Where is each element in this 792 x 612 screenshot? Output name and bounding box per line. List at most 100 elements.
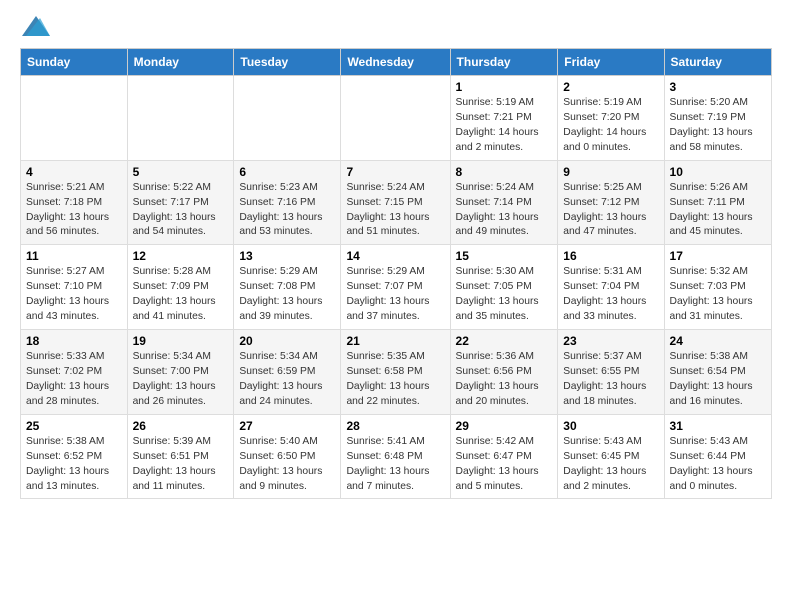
day-detail: Sunrise: 5:43 AMSunset: 6:44 PMDaylight:…: [670, 435, 766, 495]
day-number: 7: [346, 165, 444, 179]
logo-icon: [22, 16, 50, 36]
day-number: 17: [670, 249, 766, 263]
day-cell: 22 Sunrise: 5:36 AMSunset: 6:56 PMDayligh…: [450, 330, 558, 415]
col-header-tuesday: Tuesday: [234, 49, 341, 76]
day-cell: 6 Sunrise: 5:23 AMSunset: 7:16 PMDaylight…: [234, 160, 341, 245]
week-row-3: 11Sunrise: 5:27 AMSunset: 7:10 PMDayligh…: [21, 245, 772, 330]
day-cell: 24 Sunrise: 5:38 AMSunset: 6:54 PMDayligh…: [664, 330, 771, 415]
day-number: 26: [133, 419, 229, 433]
col-header-monday: Monday: [127, 49, 234, 76]
day-detail: Sunrise: 5:40 AMSunset: 6:50 PMDaylight:…: [239, 435, 335, 495]
day-cell: 5 Sunrise: 5:22 AMSunset: 7:17 PMDaylight…: [127, 160, 234, 245]
day-number: 16: [563, 249, 658, 263]
day-number: 18: [26, 334, 122, 348]
day-number: 13: [239, 249, 335, 263]
day-detail: Sunrise: 5:28 AMSunset: 7:09 PMDaylight:…: [133, 265, 229, 325]
day-detail: Sunrise: 5:25 AMSunset: 7:12 PMDaylight:…: [563, 181, 658, 241]
day-cell: 31 Sunrise: 5:43 AMSunset: 6:44 PMDayligh…: [664, 414, 771, 499]
calendar-table: SundayMondayTuesdayWednesdayThursdayFrid…: [20, 48, 772, 499]
day-cell: 15 Sunrise: 5:30 AMSunset: 7:05 PMDayligh…: [450, 245, 558, 330]
day-detail: Sunrise: 5:33 AMSunset: 7:02 PMDaylight:…: [26, 350, 122, 410]
day-detail: Sunrise: 5:43 AMSunset: 6:45 PMDaylight:…: [563, 435, 658, 495]
day-detail: Sunrise: 5:24 AMSunset: 7:15 PMDaylight:…: [346, 181, 444, 241]
day-number: 21: [346, 334, 444, 348]
day-cell: 9 Sunrise: 5:25 AMSunset: 7:12 PMDaylight…: [558, 160, 664, 245]
col-header-thursday: Thursday: [450, 49, 558, 76]
day-cell: [21, 76, 128, 161]
day-cell: 29Sunrise: 5:42 AMSunset: 6:47 PMDayligh…: [450, 414, 558, 499]
day-number: 24: [670, 334, 766, 348]
day-cell: 13Sunrise: 5:29 AMSunset: 7:08 PMDayligh…: [234, 245, 341, 330]
day-cell: 30 Sunrise: 5:43 AMSunset: 6:45 PMDayligh…: [558, 414, 664, 499]
day-number: 12: [133, 249, 229, 263]
col-header-saturday: Saturday: [664, 49, 771, 76]
day-detail: Sunrise: 5:38 AMSunset: 6:54 PMDaylight:…: [670, 350, 766, 410]
week-row-4: 18 Sunrise: 5:33 AMSunset: 7:02 PMDayligh…: [21, 330, 772, 415]
day-number: 29: [456, 419, 553, 433]
day-detail: Sunrise: 5:26 AMSunset: 7:11 PMDaylight:…: [670, 181, 766, 241]
logo: [20, 16, 50, 36]
day-detail: Sunrise: 5:29 AMSunset: 7:07 PMDaylight:…: [346, 265, 444, 325]
day-number: 23: [563, 334, 658, 348]
day-detail: Sunrise: 5:34 AMSunset: 6:59 PMDaylight:…: [239, 350, 335, 410]
day-cell: 20Sunrise: 5:34 AMSunset: 6:59 PMDayligh…: [234, 330, 341, 415]
day-cell: 25Sunrise: 5:38 AMSunset: 6:52 PMDayligh…: [21, 414, 128, 499]
day-detail: Sunrise: 5:23 AMSunset: 7:16 PMDaylight:…: [239, 181, 335, 241]
day-number: 5: [133, 165, 229, 179]
day-number: 15: [456, 249, 553, 263]
day-detail: Sunrise: 5:20 AMSunset: 7:19 PMDaylight:…: [670, 96, 766, 156]
day-detail: Sunrise: 5:38 AMSunset: 6:52 PMDaylight:…: [26, 435, 122, 495]
day-cell: 1Sunrise: 5:19 AMSunset: 7:21 PMDaylight…: [450, 76, 558, 161]
day-cell: 11Sunrise: 5:27 AMSunset: 7:10 PMDayligh…: [21, 245, 128, 330]
day-detail: Sunrise: 5:30 AMSunset: 7:05 PMDaylight:…: [456, 265, 553, 325]
day-detail: Sunrise: 5:34 AMSunset: 7:00 PMDaylight:…: [133, 350, 229, 410]
day-number: 14: [346, 249, 444, 263]
day-number: 3: [670, 80, 766, 94]
day-number: 2: [563, 80, 658, 94]
day-cell: 27 Sunrise: 5:40 AMSunset: 6:50 PMDayligh…: [234, 414, 341, 499]
day-detail: Sunrise: 5:21 AMSunset: 7:18 PMDaylight:…: [26, 181, 122, 241]
day-cell: 18 Sunrise: 5:33 AMSunset: 7:02 PMDayligh…: [21, 330, 128, 415]
day-cell: 10 Sunrise: 5:26 AMSunset: 7:11 PMDayligh…: [664, 160, 771, 245]
day-cell: 23 Sunrise: 5:37 AMSunset: 6:55 PMDayligh…: [558, 330, 664, 415]
week-row-1: 1Sunrise: 5:19 AMSunset: 7:21 PMDaylight…: [21, 76, 772, 161]
page-container: SundayMondayTuesdayWednesdayThursdayFrid…: [0, 0, 792, 515]
day-cell: [127, 76, 234, 161]
day-cell: 2 Sunrise: 5:19 AMSunset: 7:20 PMDaylight…: [558, 76, 664, 161]
calendar-header-row: SundayMondayTuesdayWednesdayThursdayFrid…: [21, 49, 772, 76]
day-cell: 12 Sunrise: 5:28 AMSunset: 7:09 PMDayligh…: [127, 245, 234, 330]
day-detail: Sunrise: 5:31 AMSunset: 7:04 PMDaylight:…: [563, 265, 658, 325]
day-detail: Sunrise: 5:24 AMSunset: 7:14 PMDaylight:…: [456, 181, 553, 241]
day-detail: Sunrise: 5:32 AMSunset: 7:03 PMDaylight:…: [670, 265, 766, 325]
day-number: 31: [670, 419, 766, 433]
day-cell: [234, 76, 341, 161]
header: [20, 16, 772, 36]
day-detail: Sunrise: 5:37 AMSunset: 6:55 PMDaylight:…: [563, 350, 658, 410]
day-number: 9: [563, 165, 658, 179]
day-number: 19: [133, 334, 229, 348]
col-header-friday: Friday: [558, 49, 664, 76]
day-number: 10: [670, 165, 766, 179]
day-cell: 3 Sunrise: 5:20 AMSunset: 7:19 PMDaylight…: [664, 76, 771, 161]
day-cell: 21 Sunrise: 5:35 AMSunset: 6:58 PMDayligh…: [341, 330, 450, 415]
day-number: 30: [563, 419, 658, 433]
day-detail: Sunrise: 5:41 AMSunset: 6:48 PMDaylight:…: [346, 435, 444, 495]
day-cell: 7 Sunrise: 5:24 AMSunset: 7:15 PMDaylight…: [341, 160, 450, 245]
day-cell: 8 Sunrise: 5:24 AMSunset: 7:14 PMDaylight…: [450, 160, 558, 245]
week-row-2: 4 Sunrise: 5:21 AMSunset: 7:18 PMDaylight…: [21, 160, 772, 245]
day-detail: Sunrise: 5:35 AMSunset: 6:58 PMDaylight:…: [346, 350, 444, 410]
day-number: 6: [239, 165, 335, 179]
day-number: 22: [456, 334, 553, 348]
day-cell: 16 Sunrise: 5:31 AMSunset: 7:04 PMDayligh…: [558, 245, 664, 330]
day-cell: 4 Sunrise: 5:21 AMSunset: 7:18 PMDaylight…: [21, 160, 128, 245]
day-detail: Sunrise: 5:27 AMSunset: 7:10 PMDaylight:…: [26, 265, 122, 325]
day-cell: [341, 76, 450, 161]
day-detail: Sunrise: 5:19 AMSunset: 7:20 PMDaylight:…: [563, 96, 658, 156]
col-header-wednesday: Wednesday: [341, 49, 450, 76]
day-number: 8: [456, 165, 553, 179]
day-number: 4: [26, 165, 122, 179]
day-number: 27: [239, 419, 335, 433]
day-detail: Sunrise: 5:22 AMSunset: 7:17 PMDaylight:…: [133, 181, 229, 241]
day-detail: Sunrise: 5:36 AMSunset: 6:56 PMDaylight:…: [456, 350, 553, 410]
week-row-5: 25Sunrise: 5:38 AMSunset: 6:52 PMDayligh…: [21, 414, 772, 499]
